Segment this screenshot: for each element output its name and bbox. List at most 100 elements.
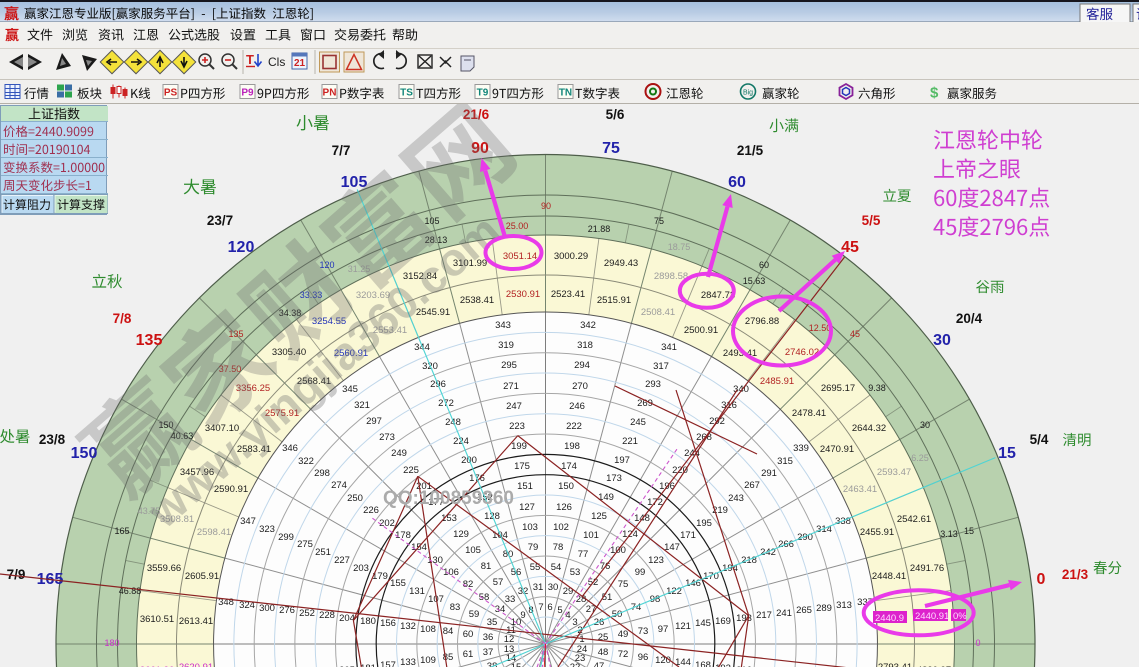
svg-text:32: 32 <box>518 586 529 597</box>
svg-text:271: 271 <box>503 381 519 392</box>
svg-text:2530.91: 2530.91 <box>506 289 540 300</box>
svg-text:2695.17: 2695.17 <box>821 383 855 394</box>
svg-text:228: 228 <box>319 610 335 621</box>
svg-text:243: 243 <box>728 493 744 504</box>
svg-text:295: 295 <box>501 360 517 371</box>
svg-text:2491.76: 2491.76 <box>910 563 944 574</box>
svg-text:2613.41: 2613.41 <box>179 616 213 627</box>
svg-text:7: 7 <box>538 602 543 613</box>
svg-text:314: 314 <box>816 524 832 535</box>
svg-text:223: 223 <box>509 421 525 432</box>
svg-text:318: 318 <box>577 340 593 351</box>
svg-text:77: 77 <box>578 549 589 560</box>
svg-text:291: 291 <box>761 468 777 479</box>
svg-text:60: 60 <box>759 260 769 270</box>
svg-text:198: 198 <box>564 441 580 452</box>
svg-text:321: 321 <box>354 400 370 411</box>
svg-text:180: 180 <box>104 638 119 648</box>
svg-text:75: 75 <box>602 140 620 157</box>
svg-text:3051.14: 3051.14 <box>503 251 537 262</box>
svg-text:297: 297 <box>366 416 382 427</box>
svg-text:199: 199 <box>511 441 527 452</box>
svg-text:53: 53 <box>570 567 581 578</box>
svg-text:73: 73 <box>638 626 649 637</box>
svg-text:T9: T9 <box>477 88 489 99</box>
svg-text:298: 298 <box>314 468 330 479</box>
svg-text:2605.91: 2605.91 <box>185 571 219 582</box>
svg-text:132: 132 <box>400 621 416 632</box>
svg-text:109: 109 <box>420 655 436 666</box>
svg-text:2538.41: 2538.41 <box>460 295 494 306</box>
svg-text:273: 273 <box>379 432 395 443</box>
svg-text:TN: TN <box>559 88 572 99</box>
svg-text:2593.47: 2593.47 <box>877 467 911 478</box>
svg-text:2478.41: 2478.41 <box>792 408 826 419</box>
svg-text:217: 217 <box>756 610 772 621</box>
svg-text:15: 15 <box>511 662 522 667</box>
svg-text:2523.41: 2523.41 <box>551 289 585 300</box>
svg-text:313: 313 <box>836 600 852 611</box>
svg-text:175: 175 <box>514 461 530 472</box>
svg-text:0: 0 <box>1037 571 1046 588</box>
svg-text:293: 293 <box>645 379 661 390</box>
svg-text:TS: TS <box>400 88 413 99</box>
svg-text:106: 106 <box>443 567 459 578</box>
svg-text:145: 145 <box>695 618 711 629</box>
svg-text:218: 218 <box>741 555 757 566</box>
svg-text:75: 75 <box>618 579 629 590</box>
svg-text:157: 157 <box>380 660 396 667</box>
svg-text:120: 120 <box>228 239 255 256</box>
svg-text:342: 342 <box>580 320 596 331</box>
svg-text:35: 35 <box>487 617 498 628</box>
svg-text:2620.91: 2620.91 <box>179 662 213 667</box>
svg-text:78: 78 <box>553 542 564 553</box>
svg-text:55: 55 <box>530 562 541 573</box>
svg-text:339: 339 <box>793 443 809 454</box>
svg-text:$: $ <box>930 85 939 102</box>
svg-text:128: 128 <box>484 511 500 522</box>
svg-text:120: 120 <box>319 260 334 270</box>
svg-text:226: 226 <box>363 505 379 516</box>
svg-text:2793.41: 2793.41 <box>878 662 912 667</box>
svg-text:343: 343 <box>495 320 511 331</box>
svg-text:250: 250 <box>347 493 363 504</box>
svg-text:5/6: 5/6 <box>606 107 625 122</box>
svg-text:2440.9: 2440.9 <box>875 613 904 624</box>
svg-text:37: 37 <box>483 647 494 658</box>
svg-text:3610.51: 3610.51 <box>140 614 174 625</box>
svg-text:60: 60 <box>463 629 474 640</box>
svg-text:72: 72 <box>618 649 629 660</box>
svg-text:29: 29 <box>563 586 574 597</box>
svg-text:21: 21 <box>294 58 306 69</box>
svg-text:2542.61: 2542.61 <box>897 514 931 525</box>
svg-text:99: 99 <box>635 567 646 578</box>
svg-text:197: 197 <box>614 455 630 466</box>
svg-text:299: 299 <box>278 532 294 543</box>
svg-text:127: 127 <box>519 502 535 513</box>
svg-text:24: 24 <box>577 644 588 655</box>
svg-text:105: 105 <box>465 545 481 556</box>
svg-text:241: 241 <box>776 608 792 619</box>
svg-text:49: 49 <box>618 629 629 640</box>
svg-text:178: 178 <box>395 530 411 541</box>
svg-text:30: 30 <box>548 582 559 593</box>
svg-text:7/8: 7/8 <box>113 311 132 326</box>
svg-text:7/7: 7/7 <box>332 143 351 158</box>
svg-text:174: 174 <box>561 461 577 472</box>
svg-text:227: 227 <box>334 555 350 566</box>
svg-text:180: 180 <box>360 616 376 627</box>
svg-text:275: 275 <box>297 539 313 550</box>
svg-text:102: 102 <box>553 522 569 533</box>
svg-text:315: 315 <box>777 456 793 467</box>
svg-text:344: 344 <box>414 342 430 353</box>
svg-text:247: 247 <box>506 401 522 412</box>
svg-text:30: 30 <box>920 420 930 430</box>
svg-text:165: 165 <box>114 526 129 536</box>
svg-text:294: 294 <box>574 360 590 371</box>
svg-text:319: 319 <box>498 340 514 351</box>
svg-text:5/5: 5/5 <box>862 213 881 228</box>
svg-text:Big: Big <box>743 89 753 96</box>
svg-text:36: 36 <box>483 632 494 643</box>
svg-text:61: 61 <box>463 649 474 660</box>
svg-text:9.38: 9.38 <box>868 383 886 393</box>
